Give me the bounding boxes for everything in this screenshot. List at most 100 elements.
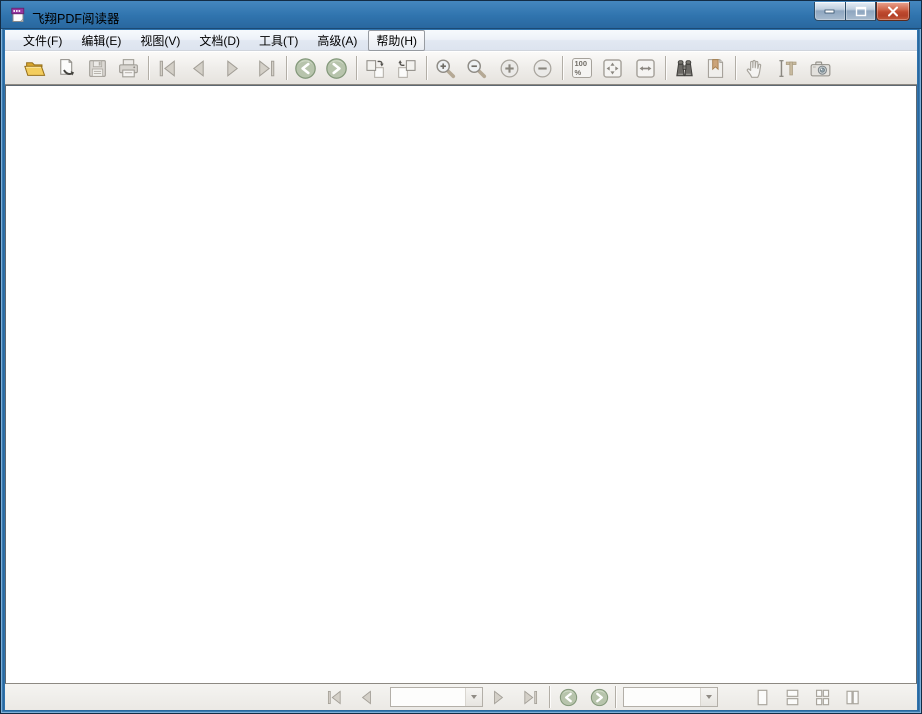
minimize-icon — [824, 9, 835, 14]
next-triangle-icon — [488, 687, 509, 708]
snapshot-button[interactable] — [807, 55, 834, 82]
first-page-icon — [324, 687, 345, 708]
menu-document[interactable]: 文档(D) — [191, 30, 248, 51]
statusbar-separator — [615, 686, 616, 708]
facing-layout-icon — [811, 686, 834, 709]
menu-advanced[interactable]: 高级(A) — [309, 30, 365, 51]
document-area[interactable] — [5, 85, 917, 684]
hand-tool-button[interactable] — [741, 55, 768, 82]
menu-view[interactable]: 视图(V) — [132, 30, 188, 51]
print-button[interactable] — [115, 55, 142, 82]
single-page-layout-icon — [751, 686, 774, 709]
first-page-button[interactable] — [154, 55, 181, 82]
forward-circle-icon — [324, 56, 349, 81]
page-number-dropdown-button[interactable] — [465, 688, 482, 706]
next-triangle-icon — [220, 56, 245, 81]
menu-file[interactable]: 文件(F) — [15, 30, 70, 51]
zoom-in-tool-button[interactable] — [432, 55, 459, 82]
next-page-button[interactable] — [219, 55, 246, 82]
minus-circle-icon — [530, 56, 555, 81]
next-view-button[interactable] — [323, 55, 350, 82]
last-page-icon — [254, 56, 279, 81]
actual-size-icon: 100% — [571, 58, 592, 78]
page-layout-group — [750, 684, 864, 710]
pdf-app-icon — [11, 7, 25, 22]
prev-triangle-icon — [356, 687, 377, 708]
rotate-counterclockwise-button[interactable] — [393, 55, 420, 82]
text-select-icon — [775, 56, 800, 81]
facing-layout-button[interactable] — [810, 685, 834, 709]
last-page-button[interactable] — [518, 685, 542, 709]
maximize-icon — [855, 6, 866, 16]
select-text-button[interactable] — [774, 55, 801, 82]
first-page-icon — [155, 56, 180, 81]
toolbar-separator — [735, 56, 736, 80]
actual-size-percent: % — [574, 67, 582, 77]
page-number-combo[interactable] — [390, 687, 483, 707]
previous-view-button[interactable] — [292, 55, 319, 82]
fit-page-button[interactable] — [599, 55, 626, 82]
chevron-down-icon — [471, 695, 477, 699]
next-view-button[interactable] — [587, 685, 611, 709]
menu-help[interactable]: 帮助(H) — [368, 29, 425, 51]
menu-tools[interactable]: 工具(T) — [251, 30, 306, 51]
zoom-out-button[interactable] — [529, 55, 556, 82]
fit-width-button[interactable] — [632, 55, 659, 82]
zoom-level-value[interactable] — [624, 688, 700, 706]
zoom-out-tool-button[interactable] — [463, 55, 490, 82]
continuous-layout-icon — [781, 686, 804, 709]
magnifier-minus-icon — [464, 56, 489, 81]
fit-page-icon — [600, 56, 625, 81]
toolbar-separator — [665, 56, 666, 80]
previous-page-button[interactable] — [185, 55, 212, 82]
bookmark-button[interactable] — [702, 55, 729, 82]
zoom-in-button[interactable] — [496, 55, 523, 82]
close-button[interactable] — [876, 2, 910, 21]
rotate-ccw-pages-icon — [394, 56, 419, 81]
statusbar-separator — [549, 686, 550, 708]
minimize-button[interactable] — [814, 2, 845, 21]
next-page-button[interactable] — [486, 685, 510, 709]
continuous-layout-button[interactable] — [780, 685, 804, 709]
magnifier-plus-icon — [433, 56, 458, 81]
bookmark-icon — [703, 56, 728, 81]
rotate-cw-pages-icon — [363, 56, 388, 81]
toolbar-separator — [356, 56, 357, 80]
main-toolbar: 100% — [5, 51, 917, 85]
printer-icon — [116, 56, 141, 81]
previous-view-button[interactable] — [556, 685, 580, 709]
hand-icon — [742, 56, 767, 81]
toolbar-separator — [286, 56, 287, 80]
previous-page-button[interactable] — [354, 685, 378, 709]
open-button[interactable] — [22, 55, 49, 82]
titlebar: 飞翔PDF阅读器 — [1, 1, 921, 29]
toolbar-separator — [148, 56, 149, 80]
zoom-level-dropdown-button[interactable] — [700, 688, 717, 706]
page-number-value[interactable] — [391, 688, 465, 706]
last-page-button[interactable] — [253, 55, 280, 82]
statusbar-history-group — [556, 684, 611, 710]
toolbar-separator — [562, 56, 563, 80]
first-page-button[interactable] — [322, 685, 346, 709]
last-page-icon — [520, 687, 541, 708]
single-page-layout-button[interactable] — [750, 685, 774, 709]
menubar: 文件(F) 编辑(E) 视图(V) 文档(D) 工具(T) 高级(A) 帮助(H… — [5, 29, 917, 51]
save-button[interactable] — [84, 55, 111, 82]
find-button[interactable] — [671, 55, 698, 82]
statusbar — [5, 684, 917, 710]
rotate-clockwise-button[interactable] — [362, 55, 389, 82]
statusbar-nav-group-2 — [486, 684, 542, 710]
back-circle-icon — [558, 687, 579, 708]
app-window: 飞翔PDF阅读器 文件(F) 编辑(E) 视图(V) 文档(D) 工具(T) 高… — [0, 0, 922, 714]
forward-circle-icon — [589, 687, 610, 708]
chevron-down-icon — [706, 695, 712, 699]
zoom-level-combo[interactable] — [623, 687, 718, 707]
two-up-layout-button[interactable] — [840, 685, 864, 709]
actual-size-button[interactable]: 100% — [568, 55, 595, 82]
camera-icon — [808, 56, 833, 81]
maximize-button[interactable] — [845, 2, 876, 21]
menu-edit[interactable]: 编辑(E) — [73, 30, 129, 51]
save-as-icon — [54, 56, 79, 81]
window-controls — [814, 2, 910, 21]
save-as-button[interactable] — [53, 55, 80, 82]
